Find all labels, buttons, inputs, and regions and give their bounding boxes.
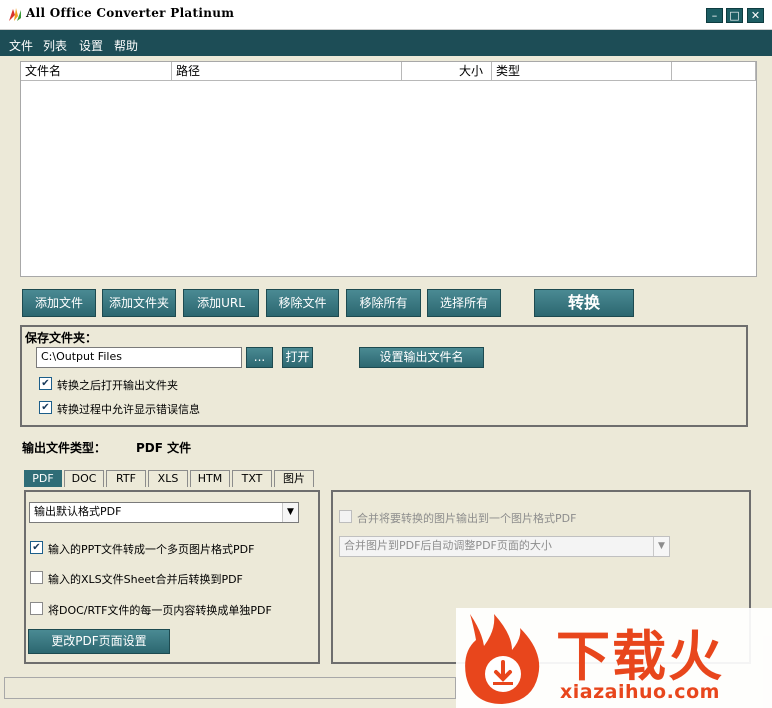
merge-images-checkbox[interactable]	[339, 510, 352, 523]
output-path-input[interactable]: C:\Output Files	[36, 347, 242, 368]
add-folder-button[interactable]: 添加文件夹	[102, 289, 176, 317]
maximize-button[interactable]: □	[726, 8, 743, 23]
split-pages-label: 将DOC/RTF文件的每一页内容转换成单独PDF	[48, 604, 272, 617]
split-pages-checkbox[interactable]	[30, 602, 43, 615]
window-title: All Office Converter Platinum	[26, 6, 235, 20]
merge-images-label: 合并将要转换的图片输出到一个图片格式PDF	[357, 512, 577, 525]
xls-merge-sheets-checkbox[interactable]	[30, 571, 43, 584]
output-type-value: PDF 文件	[136, 441, 192, 455]
ppt-to-image-pdf-checkbox[interactable]: ✔	[30, 541, 43, 554]
remove-file-button[interactable]: 移除文件	[266, 289, 339, 317]
show-errors-checkbox[interactable]: ✔	[39, 401, 52, 414]
file-list[interactable]: 文件名 路径 大小 类型	[20, 61, 757, 277]
watermark-brand-text: 下载火	[556, 625, 724, 688]
chevron-down-icon[interactable]: ▼	[653, 537, 669, 556]
tab-rtf[interactable]: RTF	[106, 470, 146, 487]
add-file-button[interactable]: 添加文件	[22, 289, 96, 317]
output-type-label: 输出文件类型：	[22, 441, 107, 455]
remove-all-button[interactable]: 移除所有	[346, 289, 421, 317]
ppt-to-image-pdf-label: 输入的PPT文件转成一个多页图片格式PDF	[48, 543, 255, 556]
auto-resize-select-value: 合并图片到PDF后自动调整PDF页面的大小	[344, 539, 552, 552]
column-header-extra[interactable]	[672, 62, 756, 81]
watermark-overlay: 下载火 xiazaihuo.com	[456, 608, 772, 708]
add-url-button[interactable]: 添加URL	[183, 289, 259, 317]
pdf-format-select-value: 输出默认格式PDF	[34, 505, 122, 518]
column-header-filename[interactable]: 文件名	[21, 62, 172, 81]
tab-txt[interactable]: TXT	[232, 470, 272, 487]
tab-pdf[interactable]: PDF	[24, 470, 62, 487]
browse-button[interactable]: ...	[246, 347, 273, 368]
minimize-button[interactable]: –	[706, 8, 723, 23]
menu-list[interactable]: 列表	[43, 37, 67, 54]
flame-logo-icon	[465, 614, 540, 704]
tab-doc[interactable]: DOC	[64, 470, 104, 487]
save-folder-title: 保存文件夹：	[25, 331, 98, 345]
open-after-convert-label: 转换之后打开输出文件夹	[57, 379, 178, 392]
tab-htm[interactable]: HTM	[190, 470, 230, 487]
show-errors-label: 转换过程中允许显示错误信息	[57, 403, 200, 416]
xls-merge-sheets-label: 输入的XLS文件Sheet合并后转换到PDF	[48, 573, 243, 586]
set-output-filename-button[interactable]: 设置输出文件名	[359, 347, 484, 368]
column-header-path[interactable]: 路径	[172, 62, 402, 81]
status-bar	[4, 677, 456, 699]
open-folder-button[interactable]: 打开	[282, 347, 313, 368]
menu-help[interactable]: 帮助	[114, 37, 138, 54]
title-bar: All Office Converter Platinum – □ ✕	[0, 0, 772, 30]
tab-xls[interactable]: XLS	[148, 470, 188, 487]
column-header-size[interactable]: 大小	[402, 62, 492, 81]
column-header-type[interactable]: 类型	[492, 62, 672, 81]
pdf-format-select[interactable]: 输出默认格式PDF ▼	[29, 502, 299, 523]
menu-file[interactable]: 文件	[9, 37, 33, 54]
watermark-domain-text: xiazaihuo.com	[560, 681, 720, 703]
app-logo-icon	[9, 8, 21, 21]
menu-settings[interactable]: 设置	[79, 37, 103, 54]
auto-resize-select[interactable]: 合并图片到PDF后自动调整PDF页面的大小 ▼	[339, 536, 670, 557]
convert-button[interactable]: 转换	[534, 289, 634, 317]
select-all-button[interactable]: 选择所有	[427, 289, 501, 317]
tab-image[interactable]: 图片	[274, 470, 314, 487]
menu-bar: 文件 列表 设置 帮助	[0, 30, 772, 56]
chevron-down-icon[interactable]: ▼	[282, 503, 298, 522]
close-button[interactable]: ✕	[747, 8, 764, 23]
pdf-page-settings-button[interactable]: 更改PDF页面设置	[28, 629, 170, 654]
open-after-convert-checkbox[interactable]: ✔	[39, 377, 52, 390]
